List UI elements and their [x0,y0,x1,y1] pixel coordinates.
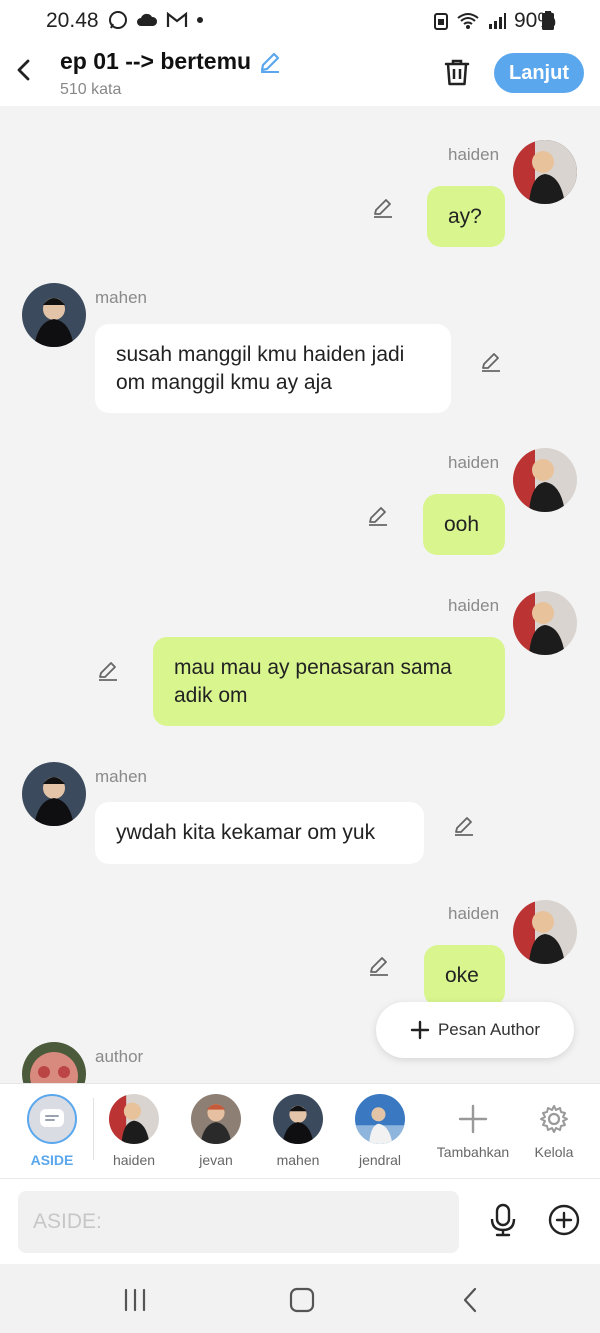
haiden-avatar-icon [513,900,577,964]
mahen-avatar-icon [22,283,86,347]
message-bubble[interactable]: ywdah kita kekamar om yuk [95,802,424,864]
battery-icon [542,11,554,30]
mahen-avatar-icon [22,762,86,826]
home-icon[interactable] [287,1286,317,1314]
avatar[interactable] [513,591,577,655]
add-circle-icon[interactable] [548,1204,580,1236]
haiden-avatar-icon [513,448,577,512]
author-avatar-icon [22,1042,86,1083]
sender-name: haiden [448,145,500,164]
avatar[interactable] [513,140,577,204]
divider [93,1098,94,1160]
next-button[interactable]: Lanjut [494,53,584,93]
sender-name: haiden [448,453,500,472]
edit-message-icon[interactable] [479,349,503,373]
system-nav-bar [0,1264,600,1333]
trash-icon[interactable] [441,56,473,88]
gear-icon [540,1105,568,1133]
character-bar: ASIDE haiden jevan mahen jendral Tambahk… [0,1083,600,1178]
dot-icon [197,17,203,23]
edit-message-icon[interactable] [366,503,390,527]
add-character-button[interactable]: Tambahkan [435,1094,511,1160]
status-time: 20.48 [46,9,99,32]
battery-saver-icon [433,13,448,30]
message-bubble[interactable]: mau mau ay penasaran sama adik om [153,637,505,726]
jendral-avatar-icon [355,1094,405,1144]
sender-name: haiden [448,904,500,923]
manage-characters-button[interactable]: Kelola [519,1094,589,1160]
narration-icon [40,1109,64,1127]
chat-area[interactable]: haiden ay? mahen susah manggil kmu haide… [0,106,600,1083]
whatsapp-icon [109,11,127,29]
back-arrow-icon[interactable] [10,56,38,84]
plus-icon [410,1020,430,1040]
back-icon[interactable] [456,1286,486,1314]
signal-icon [488,13,506,29]
cloud-icon [137,13,158,26]
character-aside[interactable]: ASIDE [17,1094,87,1168]
sender-name: author [95,1047,144,1066]
wifi-icon [457,13,479,29]
author-message-button[interactable]: Pesan Author [376,1002,574,1058]
avatar[interactable] [22,283,86,347]
message-bubble[interactable]: ay? [427,186,505,247]
app-header: ep 01 --> bertemu 510 kata Lanjut [0,42,600,106]
mahen-avatar-icon [273,1094,323,1144]
haiden-avatar-icon [513,140,577,204]
haiden-avatar-icon [513,591,577,655]
character-jevan[interactable]: jevan [181,1094,251,1168]
sender-name: mahen [95,288,147,307]
edit-message-icon[interactable] [96,658,120,682]
haiden-avatar-icon [109,1094,159,1144]
character-haiden[interactable]: haiden [99,1094,169,1168]
word-count: 510 kata [60,81,122,98]
message-bubble[interactable]: oke [424,945,505,1006]
avatar[interactable] [513,900,577,964]
status-bar: 20.48 90% [0,0,600,42]
page-title: ep 01 --> bertemu [60,48,252,74]
microphone-icon[interactable] [488,1203,518,1237]
character-mahen[interactable]: mahen [263,1094,333,1168]
avatar[interactable] [513,448,577,512]
recent-apps-icon[interactable] [120,1286,150,1314]
edit-message-icon[interactable] [452,813,476,837]
plus-icon [458,1104,488,1134]
avatar[interactable] [22,762,86,826]
pencil-icon[interactable] [257,49,283,75]
sender-name: haiden [448,596,500,615]
jevan-avatar-icon [191,1094,241,1144]
gmail-icon [166,12,188,27]
message-bubble[interactable]: susah manggil kmu haiden jadi om manggil… [95,324,451,413]
author-message-label: Pesan Author [437,1020,541,1039]
character-jendral[interactable]: jendral [345,1094,415,1168]
edit-message-icon[interactable] [371,195,395,219]
edit-message-icon[interactable] [367,953,391,977]
sender-name: mahen [95,767,147,786]
input-bar [0,1178,600,1264]
message-bubble[interactable]: ooh [423,494,505,555]
avatar[interactable] [22,1042,86,1083]
message-input[interactable] [18,1191,459,1253]
